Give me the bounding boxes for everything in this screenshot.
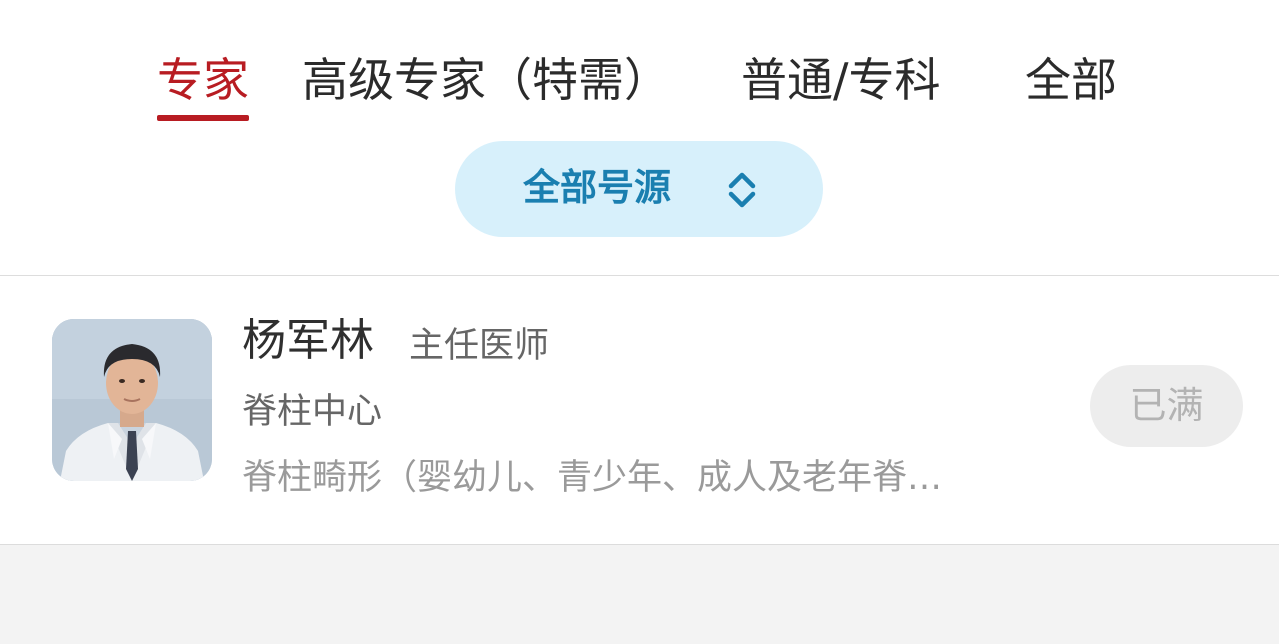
top-section: 专家 高级专家（特需） 普通/专科 全部 全部号源 [0,0,1279,275]
tab-senior-expert-label: 高级专家（特需） [302,53,670,107]
doctor-specialty: 脊柱畸形（婴幼儿、青少年、成人及老年脊… [242,458,943,498]
source-filter-label: 全部号源 [523,166,671,209]
registration-type-tabs: 专家 高级专家（特需） 普通/专科 全部 [0,0,1279,130]
doctor-department: 脊柱中心 [242,392,383,432]
up-down-chevron-icon [728,172,756,208]
doctor-card[interactable]: 杨军林 主任医师 脊柱中心 脊柱畸形（婴幼儿、青少年、成人及老年脊… 已满 [0,276,1279,544]
tab-senior-expert[interactable]: 高级专家（特需） [302,52,670,112]
active-tab-underline [157,115,249,121]
tab-general-specialty-label: 普通/专科 [741,53,941,107]
doctor-title: 主任医师 [409,326,550,366]
tab-all-label: 全部 [1025,53,1117,107]
source-filter-button[interactable]: 全部号源 [455,141,823,237]
doctor-name: 杨军林 [242,315,374,366]
tab-expert[interactable]: 专家 [157,52,249,121]
tab-general-specialty[interactable]: 普通/专科 [741,52,941,112]
doctor-avatar [52,319,212,481]
status-badge: 已满 [1090,365,1243,447]
doctor-photo-image [52,319,212,481]
card-bottom-divider [0,544,1279,545]
tab-expert-label: 专家 [157,53,249,107]
tab-all[interactable]: 全部 [1025,52,1117,112]
